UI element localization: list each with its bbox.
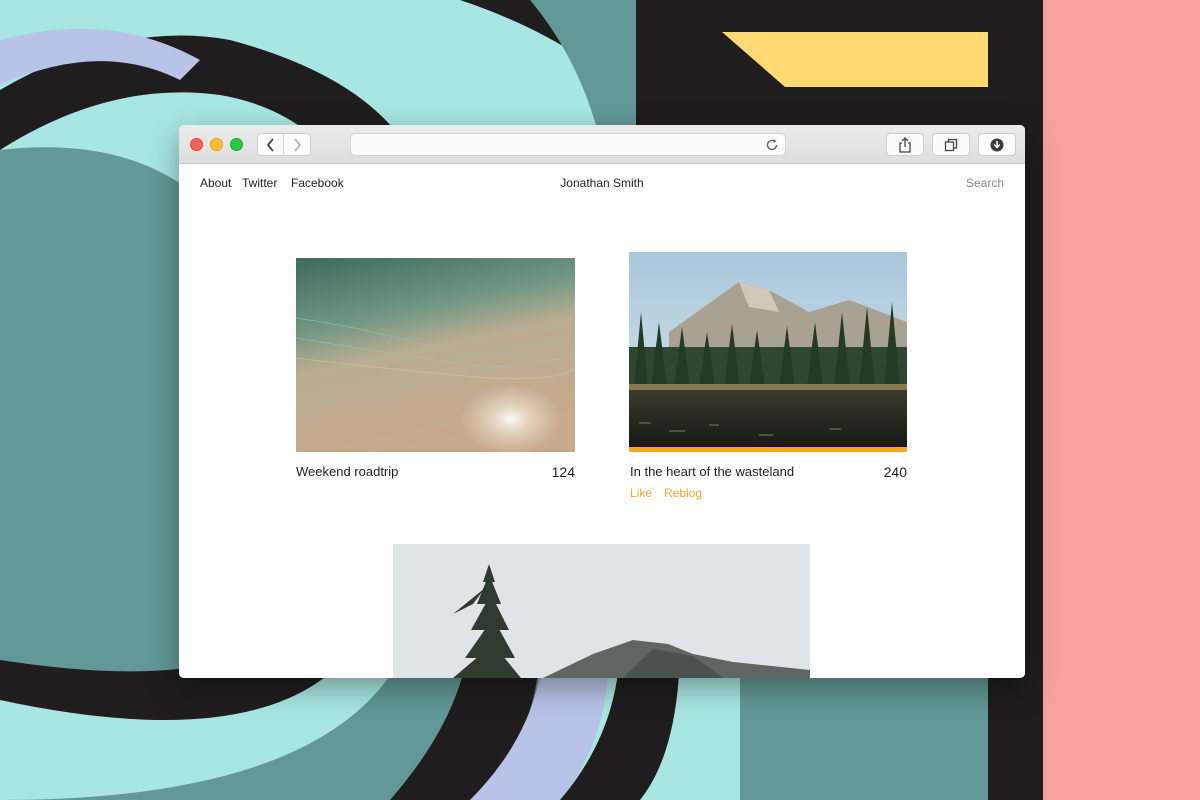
mountain-lake-photo: [629, 252, 907, 452]
chevron-right-icon: [294, 137, 302, 152]
browser-window: About Twitter Facebook Jonathan Smith Se…: [179, 125, 1025, 678]
post-image-wasteland[interactable]: [629, 252, 907, 452]
share-button[interactable]: [886, 133, 924, 156]
reblog-button[interactable]: Reblog: [664, 486, 702, 500]
share-icon: [899, 136, 911, 153]
selected-post-accent-bar: [629, 447, 907, 452]
post-title[interactable]: Weekend roadtrip: [296, 464, 398, 479]
chevron-left-icon: [266, 137, 274, 152]
tabs-icon: [944, 138, 958, 151]
downloads-button[interactable]: [978, 133, 1016, 156]
tabs-button[interactable]: [932, 133, 970, 156]
forward-button[interactable]: [284, 133, 311, 156]
download-icon: [990, 138, 1004, 151]
zoom-window-button[interactable]: [230, 138, 243, 151]
note-count: 240: [883, 464, 907, 480]
misty-tree-photo: [393, 544, 810, 678]
url-input[interactable]: [359, 136, 749, 153]
reload-icon[interactable]: [765, 138, 779, 152]
minimize-window-button[interactable]: [210, 138, 223, 151]
note-count: 124: [551, 464, 575, 480]
post-image-misty-forest[interactable]: [393, 544, 810, 678]
browser-toolbar: [179, 125, 1025, 164]
water-photo: [296, 258, 575, 452]
post-title[interactable]: In the heart of the wasteland: [630, 464, 794, 479]
close-window-button[interactable]: [190, 138, 203, 151]
blog-page: About Twitter Facebook Jonathan Smith Se…: [179, 164, 1025, 678]
post-image-weekend-roadtrip[interactable]: [296, 258, 575, 452]
site-title[interactable]: Jonathan Smith: [179, 176, 1025, 190]
like-button[interactable]: Like: [630, 486, 652, 500]
search-link[interactable]: Search: [966, 176, 1004, 190]
address-bar[interactable]: [350, 133, 786, 156]
back-button[interactable]: [257, 133, 284, 156]
